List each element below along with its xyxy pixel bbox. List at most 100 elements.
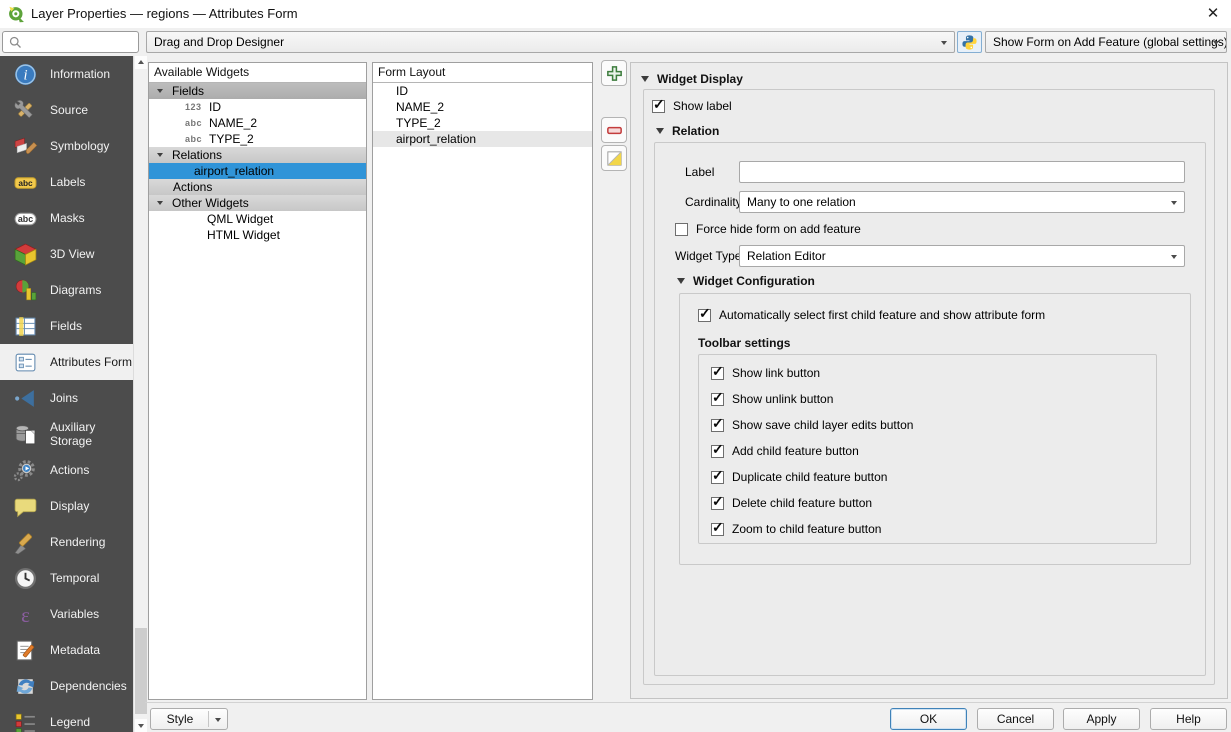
- paintbrush-swatch-icon: [13, 134, 38, 159]
- auto-select-checkbox[interactable]: ✓: [698, 309, 711, 322]
- scroll-up-button[interactable]: [135, 56, 147, 69]
- form-layout-item-name-2[interactable]: NAME_2: [373, 99, 592, 115]
- form-layout-item-airport-relation[interactable]: airport_relation: [373, 131, 592, 147]
- sidebar-item-joins[interactable]: Joins: [0, 380, 133, 416]
- delete-child-feature-checkbox-row[interactable]: ✓ Delete child feature button: [711, 496, 913, 510]
- expand-arrow-icon[interactable]: [157, 153, 163, 157]
- title-bar: Layer Properties — regions — Attributes …: [0, 0, 1231, 28]
- sidebar-item-label: Masks: [50, 211, 85, 225]
- sidebar-item-display[interactable]: Display: [0, 488, 133, 524]
- expand-arrow-icon[interactable]: [157, 201, 163, 205]
- show-unlink-checkbox[interactable]: ✓: [711, 393, 724, 406]
- tree-category-actions[interactable]: Actions: [149, 179, 366, 195]
- tree-item-html-widget[interactable]: HTML Widget: [149, 227, 366, 243]
- duplicate-child-feature-checkbox[interactable]: ✓: [711, 471, 724, 484]
- add-child-feature-checkbox-row[interactable]: ✓ Add child feature button: [711, 444, 913, 458]
- show-unlink-checkbox-row[interactable]: ✓ Show unlink button: [711, 392, 913, 406]
- apply-button[interactable]: Apply: [1063, 708, 1140, 730]
- relation-section-header[interactable]: Relation: [656, 124, 719, 138]
- zoom-to-child-feature-checkbox[interactable]: ✓: [711, 523, 724, 536]
- tree-item-airport-relation[interactable]: airport_relation: [149, 163, 366, 179]
- widget-configuration-groupbox: ✓ Automatically select first child featu…: [679, 293, 1191, 565]
- add-child-feature-checkbox[interactable]: ✓: [711, 445, 724, 458]
- help-button[interactable]: Help: [1150, 708, 1227, 730]
- widget-type-combo[interactable]: Relation Editor: [739, 245, 1185, 267]
- sidebar-item-dependencies[interactable]: Dependencies: [0, 668, 133, 704]
- cardinality-combo[interactable]: Many to one relation: [739, 191, 1185, 213]
- cardinality-label: Cardinality: [685, 191, 742, 213]
- editor-layout-combo[interactable]: Drag and Drop Designer: [146, 31, 955, 53]
- sidebar-item-diagrams[interactable]: Diagrams: [0, 272, 133, 308]
- sidebar-item-label: Rendering: [50, 535, 105, 549]
- python-init-button[interactable]: [957, 31, 982, 53]
- close-icon[interactable]: ✕: [1201, 4, 1225, 24]
- tree-category-relations[interactable]: Relations: [149, 147, 366, 163]
- widget-display-section-header[interactable]: Widget Display: [641, 72, 743, 86]
- show-label-checkbox-row[interactable]: ✓ Show label: [652, 99, 732, 113]
- sidebar-item-label: Auxiliary Storage: [50, 420, 133, 448]
- show-link-checkbox-row[interactable]: ✓ Show link button: [711, 366, 913, 380]
- tree-category-other-widgets[interactable]: Other Widgets: [149, 195, 366, 211]
- tree-item-qml-widget[interactable]: QML Widget: [149, 211, 366, 227]
- edit-item-properties-button[interactable]: [601, 145, 627, 171]
- style-button[interactable]: Style: [150, 708, 228, 730]
- sidebar-item-fields[interactable]: Fields: [0, 308, 133, 344]
- sidebar-item-actions[interactable]: Actions: [0, 452, 133, 488]
- form-layout-item-type-2[interactable]: TYPE_2: [373, 115, 592, 131]
- remove-minus-icon: [605, 121, 624, 140]
- sidebar-item-variables[interactable]: ε Variables: [0, 596, 133, 632]
- add-widget-button[interactable]: [601, 60, 627, 86]
- scroll-down-button[interactable]: [135, 719, 147, 732]
- cancel-button[interactable]: Cancel: [977, 708, 1054, 730]
- sidebar-item-symbology[interactable]: Symbology: [0, 128, 133, 164]
- expand-arrow-icon[interactable]: [157, 89, 163, 93]
- sidebar-item-label: Dependencies: [50, 679, 127, 693]
- sidebar-item-attributes-form[interactable]: Attributes Form: [0, 344, 133, 380]
- duplicate-child-feature-checkbox-row[interactable]: ✓ Duplicate child feature button: [711, 470, 913, 484]
- search-box[interactable]: [2, 31, 139, 53]
- show-link-checkbox[interactable]: ✓: [711, 367, 724, 380]
- tree-item-id[interactable]: 123 ID: [149, 99, 366, 115]
- sidebar-item-rendering[interactable]: Rendering: [0, 524, 133, 560]
- widget-configuration-section-header[interactable]: Widget Configuration: [677, 274, 815, 288]
- sidebar-item-temporal[interactable]: Temporal: [0, 560, 133, 596]
- form-layout-panel: Form Layout ID NAME_2 TYPE_2 airport_rel…: [372, 62, 593, 700]
- python-icon: [961, 34, 978, 51]
- sidebar-item-auxiliary-storage[interactable]: Auxiliary Storage: [0, 416, 133, 452]
- show-save-child-edits-checkbox-row[interactable]: ✓ Show save child layer edits button: [711, 418, 913, 432]
- show-save-child-edits-checkbox[interactable]: ✓: [711, 419, 724, 432]
- ok-button[interactable]: OK: [890, 708, 967, 730]
- tree-item-type-2[interactable]: abc TYPE_2: [149, 131, 366, 147]
- delete-child-feature-checkbox[interactable]: ✓: [711, 497, 724, 510]
- sidebar-item-3d-view[interactable]: 3D View: [0, 236, 133, 272]
- sidebar-item-metadata[interactable]: Metadata: [0, 632, 133, 668]
- information-icon: i: [13, 62, 38, 87]
- relation-label-input[interactable]: [739, 161, 1185, 183]
- chevron-down-icon: [1171, 201, 1177, 205]
- form-on-add-feature-combo[interactable]: Show Form on Add Feature (global setting…: [985, 31, 1227, 53]
- sidebar-item-legend[interactable]: Legend: [0, 704, 133, 732]
- form-layout-item-id[interactable]: ID: [373, 83, 592, 99]
- sidebar-scrollbar[interactable]: [133, 56, 147, 732]
- sidebar-item-masks[interactable]: abc Masks: [0, 200, 133, 236]
- join-arrow-icon: [13, 386, 38, 411]
- collapse-arrow-icon: [677, 278, 685, 284]
- available-widgets-panel: Available Widgets Fields 123 ID abc NAME…: [148, 62, 367, 700]
- sidebar-item-labels[interactable]: abc Labels: [0, 164, 133, 200]
- sidebar-item-label: Variables: [50, 607, 99, 621]
- search-input[interactable]: [27, 33, 135, 51]
- epsilon-variable-icon: ε: [13, 602, 38, 627]
- sidebar-item-source[interactable]: Source: [0, 92, 133, 128]
- sidebar-item-label: 3D View: [50, 247, 94, 261]
- tree-category-fields[interactable]: Fields: [149, 83, 366, 99]
- force-hide-checkbox[interactable]: [675, 223, 688, 236]
- database-page-icon: [13, 422, 38, 447]
- sidebar-item-label: Metadata: [50, 643, 100, 657]
- tree-item-name-2[interactable]: abc NAME_2: [149, 115, 366, 131]
- show-label-checkbox[interactable]: ✓: [652, 100, 665, 113]
- zoom-to-child-feature-checkbox-row[interactable]: ✓ Zoom to child feature button: [711, 522, 913, 536]
- sidebar-item-information[interactable]: i Information: [0, 56, 133, 92]
- auto-select-checkbox-row[interactable]: ✓ Automatically select first child featu…: [698, 308, 1045, 322]
- force-hide-checkbox-row[interactable]: Force hide form on add feature: [675, 222, 861, 236]
- remove-widget-button[interactable]: [601, 117, 627, 143]
